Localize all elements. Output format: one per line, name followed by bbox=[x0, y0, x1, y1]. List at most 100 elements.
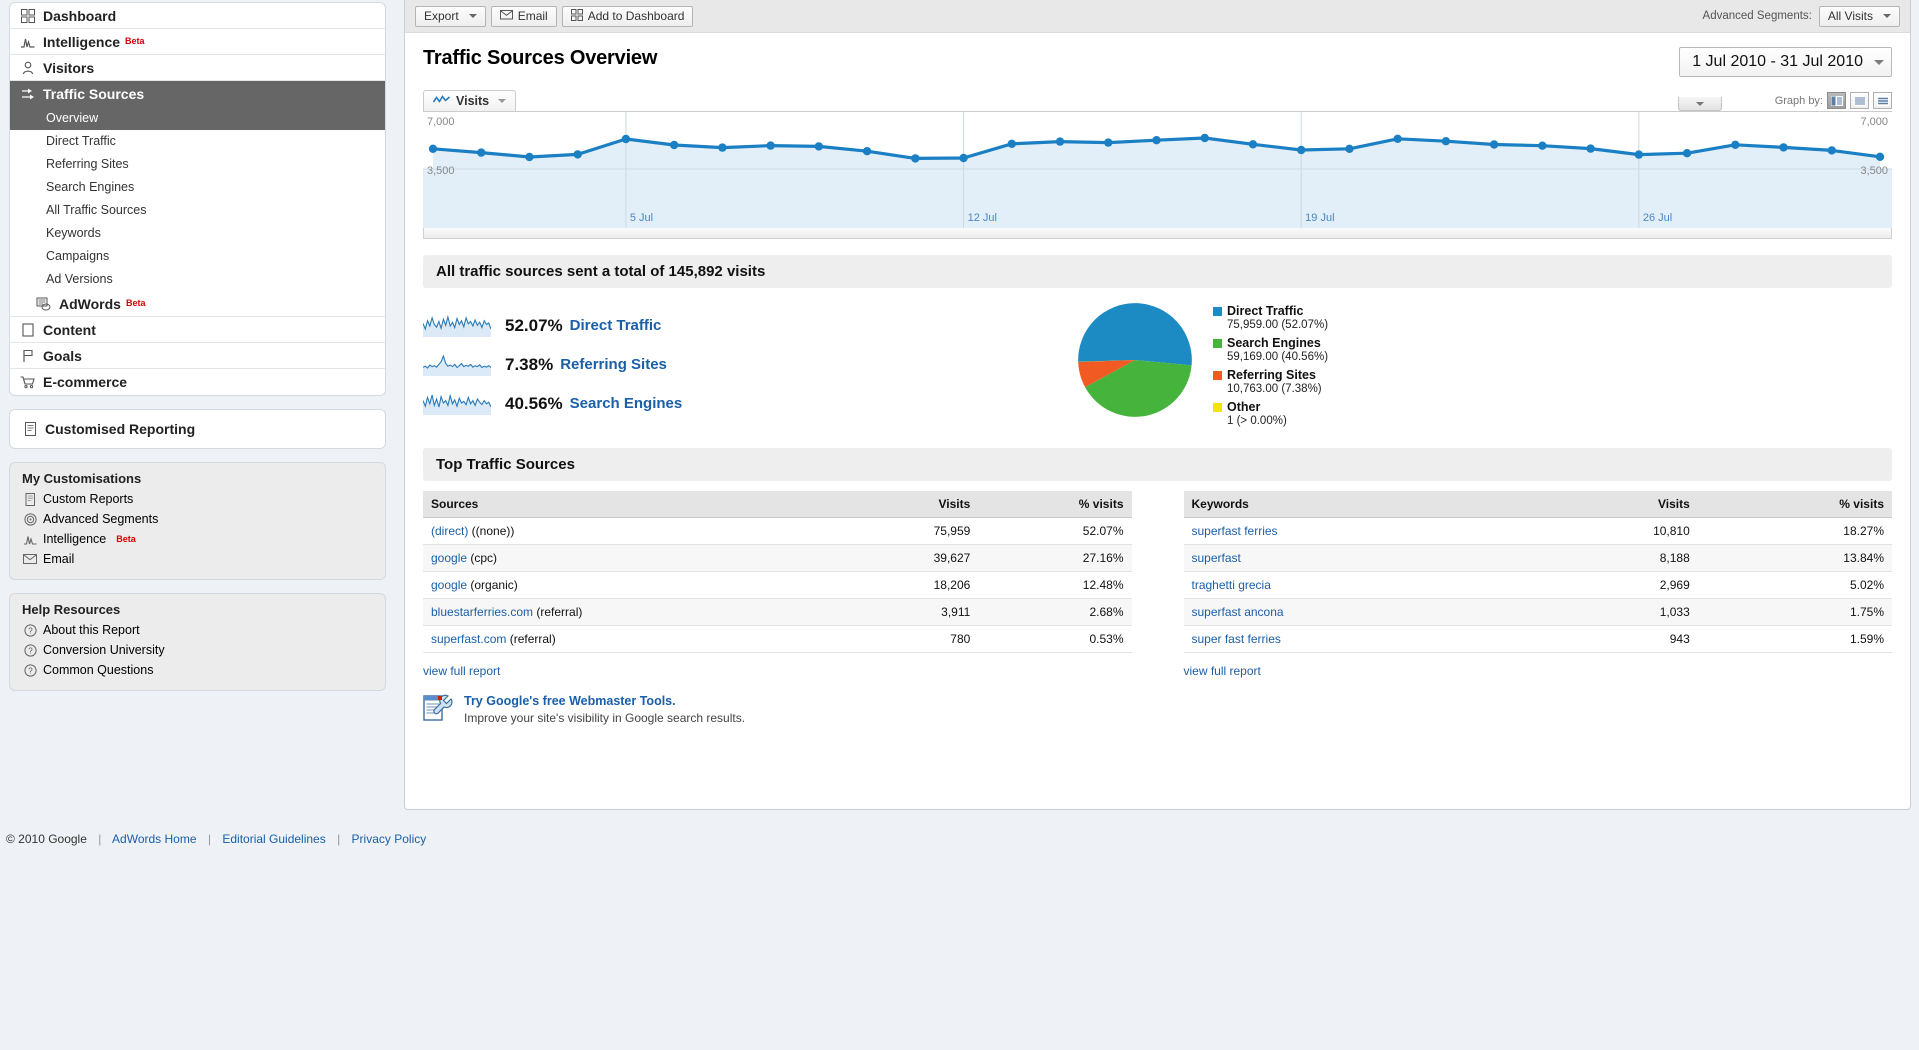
footer-link-editorial-guidelines[interactable]: Editorial Guidelines bbox=[222, 832, 325, 846]
export-button[interactable]: Export bbox=[415, 5, 486, 27]
row-link[interactable]: (direct) bbox=[431, 524, 468, 538]
legend-swatch bbox=[1213, 370, 1222, 380]
chevron-down-icon bbox=[1883, 14, 1891, 18]
graph-by-day-button[interactable] bbox=[1827, 92, 1846, 109]
footer-separator: | bbox=[98, 832, 102, 846]
sidebar-item-custom-reports[interactable]: Custom Reports bbox=[10, 489, 385, 509]
sidebar-item-intelligence-custom[interactable]: Intelligence Beta bbox=[10, 529, 385, 549]
row-link[interactable]: superfast ancona bbox=[1192, 605, 1284, 619]
table-row: superfast ferries 10,810 18.27% bbox=[1183, 517, 1892, 545]
question-icon: ? bbox=[22, 663, 38, 677]
table-row: google (cpc) 39,627 27.16% bbox=[423, 544, 1132, 572]
email-label: Email bbox=[517, 9, 548, 23]
keywords-table-wrap: Keywords Visits % visits superfast ferri… bbox=[1183, 491, 1892, 678]
graph-by-month-button[interactable] bbox=[1873, 92, 1892, 109]
sidebar-item-goals[interactable]: Goals bbox=[10, 343, 385, 369]
y-axis-label-mid-right: 3,500 bbox=[1860, 165, 1888, 177]
subnav-item-direct-traffic[interactable]: Direct Traffic bbox=[10, 130, 385, 153]
help-resources-title: Help Resources bbox=[22, 602, 121, 617]
chart-scrollbar[interactable] bbox=[423, 228, 1892, 239]
overview-body: 52.07% Direct Traffic 7.38% Referring Si… bbox=[422, 300, 1892, 432]
sparkline-search-engines bbox=[422, 393, 492, 415]
overview-link-referring-sites[interactable]: Referring Sites bbox=[560, 356, 667, 373]
dashboard-icon bbox=[20, 8, 36, 24]
overview-row-referring-sites: 7.38% Referring Sites bbox=[422, 345, 1063, 384]
sidebar-item-dashboard[interactable]: Dashboard bbox=[10, 3, 385, 29]
col-header-sources[interactable]: Sources bbox=[423, 491, 846, 518]
subnav-item-referring-sites[interactable]: Referring Sites bbox=[10, 153, 385, 176]
subnav-item-campaigns[interactable]: Campaigns bbox=[10, 245, 385, 268]
help-item-conversion-university[interactable]: ? Conversion University bbox=[10, 640, 385, 660]
overview-link-direct-traffic[interactable]: Direct Traffic bbox=[570, 317, 662, 334]
col-header-pct-visits[interactable]: % visits bbox=[1697, 491, 1892, 518]
table-cell-label: bluestarferries.com (referral) bbox=[423, 598, 846, 626]
table-cell-label: google (organic) bbox=[423, 571, 846, 599]
row-link[interactable]: superfast.com bbox=[431, 632, 506, 646]
sidebar-item-adwords[interactable]: AdWords Beta bbox=[10, 291, 385, 317]
row-link[interactable]: super fast ferries bbox=[1192, 632, 1281, 646]
metric-selector-visits[interactable]: Visits bbox=[423, 90, 517, 111]
customised-reporting-panel: Customised Reporting bbox=[9, 409, 386, 449]
table-row: superfast ancona 1,033 1.75% bbox=[1183, 598, 1892, 626]
page-footer: © 2010 Google | AdWords Home | Editorial… bbox=[0, 832, 1919, 846]
help-item-about-this-report[interactable]: ? About this Report bbox=[10, 620, 385, 640]
add-to-dashboard-button[interactable]: Add to Dashboard bbox=[561, 5, 694, 27]
date-range-picker[interactable]: 1 Jul 2010 - 31 Jul 2010 bbox=[1679, 47, 1892, 77]
sidebar-item-customised-reporting[interactable]: Customised Reporting bbox=[10, 410, 385, 448]
table-cell-pct: 13.84% bbox=[1697, 544, 1892, 572]
sidebar-item-content[interactable]: Content bbox=[10, 317, 385, 343]
beta-badge: Beta bbox=[125, 36, 145, 46]
subnav-item-overview[interactable]: Overview bbox=[10, 107, 385, 130]
sidebar-item-traffic-sources[interactable]: Traffic Sources bbox=[10, 81, 385, 107]
footer-link-adwords-home[interactable]: AdWords Home bbox=[112, 832, 196, 846]
help-item-common-questions[interactable]: ? Common Questions bbox=[10, 660, 385, 680]
graph-by-label: Graph by: bbox=[1774, 94, 1823, 107]
visits-chart-block: Visits Graph by: 7,000 7,000 3,500 3,500… bbox=[423, 89, 1892, 239]
sources-view-full-report-link[interactable]: view full report bbox=[423, 664, 500, 678]
chart-collapse-handle[interactable] bbox=[1678, 97, 1722, 111]
content-icon bbox=[20, 322, 36, 338]
email-button[interactable]: Email bbox=[490, 5, 557, 27]
table-cell-label: superfast bbox=[1183, 544, 1530, 572]
sidebar-item-email[interactable]: Email bbox=[10, 549, 385, 569]
subnav-item-all-traffic-sources[interactable]: All Traffic Sources bbox=[10, 199, 385, 222]
graph-by-week-button[interactable] bbox=[1850, 92, 1869, 109]
row-link[interactable]: bluestarferries.com bbox=[431, 605, 533, 619]
goals-flag-icon bbox=[20, 348, 36, 364]
overview-row-direct-traffic: 52.07% Direct Traffic bbox=[422, 306, 1063, 345]
ecommerce-cart-icon bbox=[20, 374, 36, 390]
col-header-pct-visits[interactable]: % visits bbox=[978, 491, 1132, 518]
sparkline-direct-traffic bbox=[422, 314, 492, 337]
table-cell-pct: 0.53% bbox=[978, 625, 1132, 653]
sidebar-item-label: Email bbox=[43, 552, 75, 566]
row-link[interactable]: superfast bbox=[1192, 551, 1241, 565]
row-link[interactable]: traghetti grecia bbox=[1192, 578, 1271, 592]
subnav-item-ad-versions[interactable]: Ad Versions bbox=[10, 268, 385, 291]
row-link[interactable]: google bbox=[431, 551, 467, 565]
question-icon: ? bbox=[22, 623, 38, 637]
advanced-segments-value: All Visits bbox=[1827, 9, 1873, 23]
subnav-item-search-engines[interactable]: Search Engines bbox=[10, 176, 385, 199]
beta-badge-intelligence: Beta bbox=[116, 533, 136, 544]
row-link[interactable]: google bbox=[431, 578, 467, 592]
table-cell-pct: 2.68% bbox=[978, 598, 1132, 626]
table-row: bluestarferries.com (referral) 3,911 2.68% bbox=[423, 598, 1132, 626]
webmaster-tools-promo-title[interactable]: Try Google's free Webmaster Tools. bbox=[464, 694, 745, 708]
sidebar-item-intelligence[interactable]: Intelligence Beta bbox=[10, 29, 385, 55]
overview-link-search-engines[interactable]: Search Engines bbox=[570, 395, 683, 412]
col-header-visits[interactable]: Visits bbox=[1529, 491, 1698, 518]
sidebar-item-visitors[interactable]: Visitors bbox=[10, 55, 385, 81]
advanced-segments-select[interactable]: All Visits bbox=[1818, 5, 1900, 27]
target-icon bbox=[22, 512, 38, 526]
keywords-view-full-report-link[interactable]: view full report bbox=[1184, 664, 1261, 678]
footer-link-privacy-policy[interactable]: Privacy Policy bbox=[352, 832, 427, 846]
sidebar-item-ecommerce[interactable]: E-commerce bbox=[10, 369, 385, 395]
row-link[interactable]: superfast ferries bbox=[1192, 524, 1278, 538]
sidebar-item-advanced-segments[interactable]: Advanced Segments bbox=[10, 509, 385, 529]
table-cell-pct: 18.27% bbox=[1697, 517, 1892, 545]
export-label: Export bbox=[424, 9, 459, 23]
subnav-item-keywords[interactable]: Keywords bbox=[10, 222, 385, 245]
table-cell-pct: 1.75% bbox=[1697, 598, 1892, 626]
col-header-visits[interactable]: Visits bbox=[845, 491, 979, 518]
col-header-keywords[interactable]: Keywords bbox=[1183, 491, 1530, 518]
